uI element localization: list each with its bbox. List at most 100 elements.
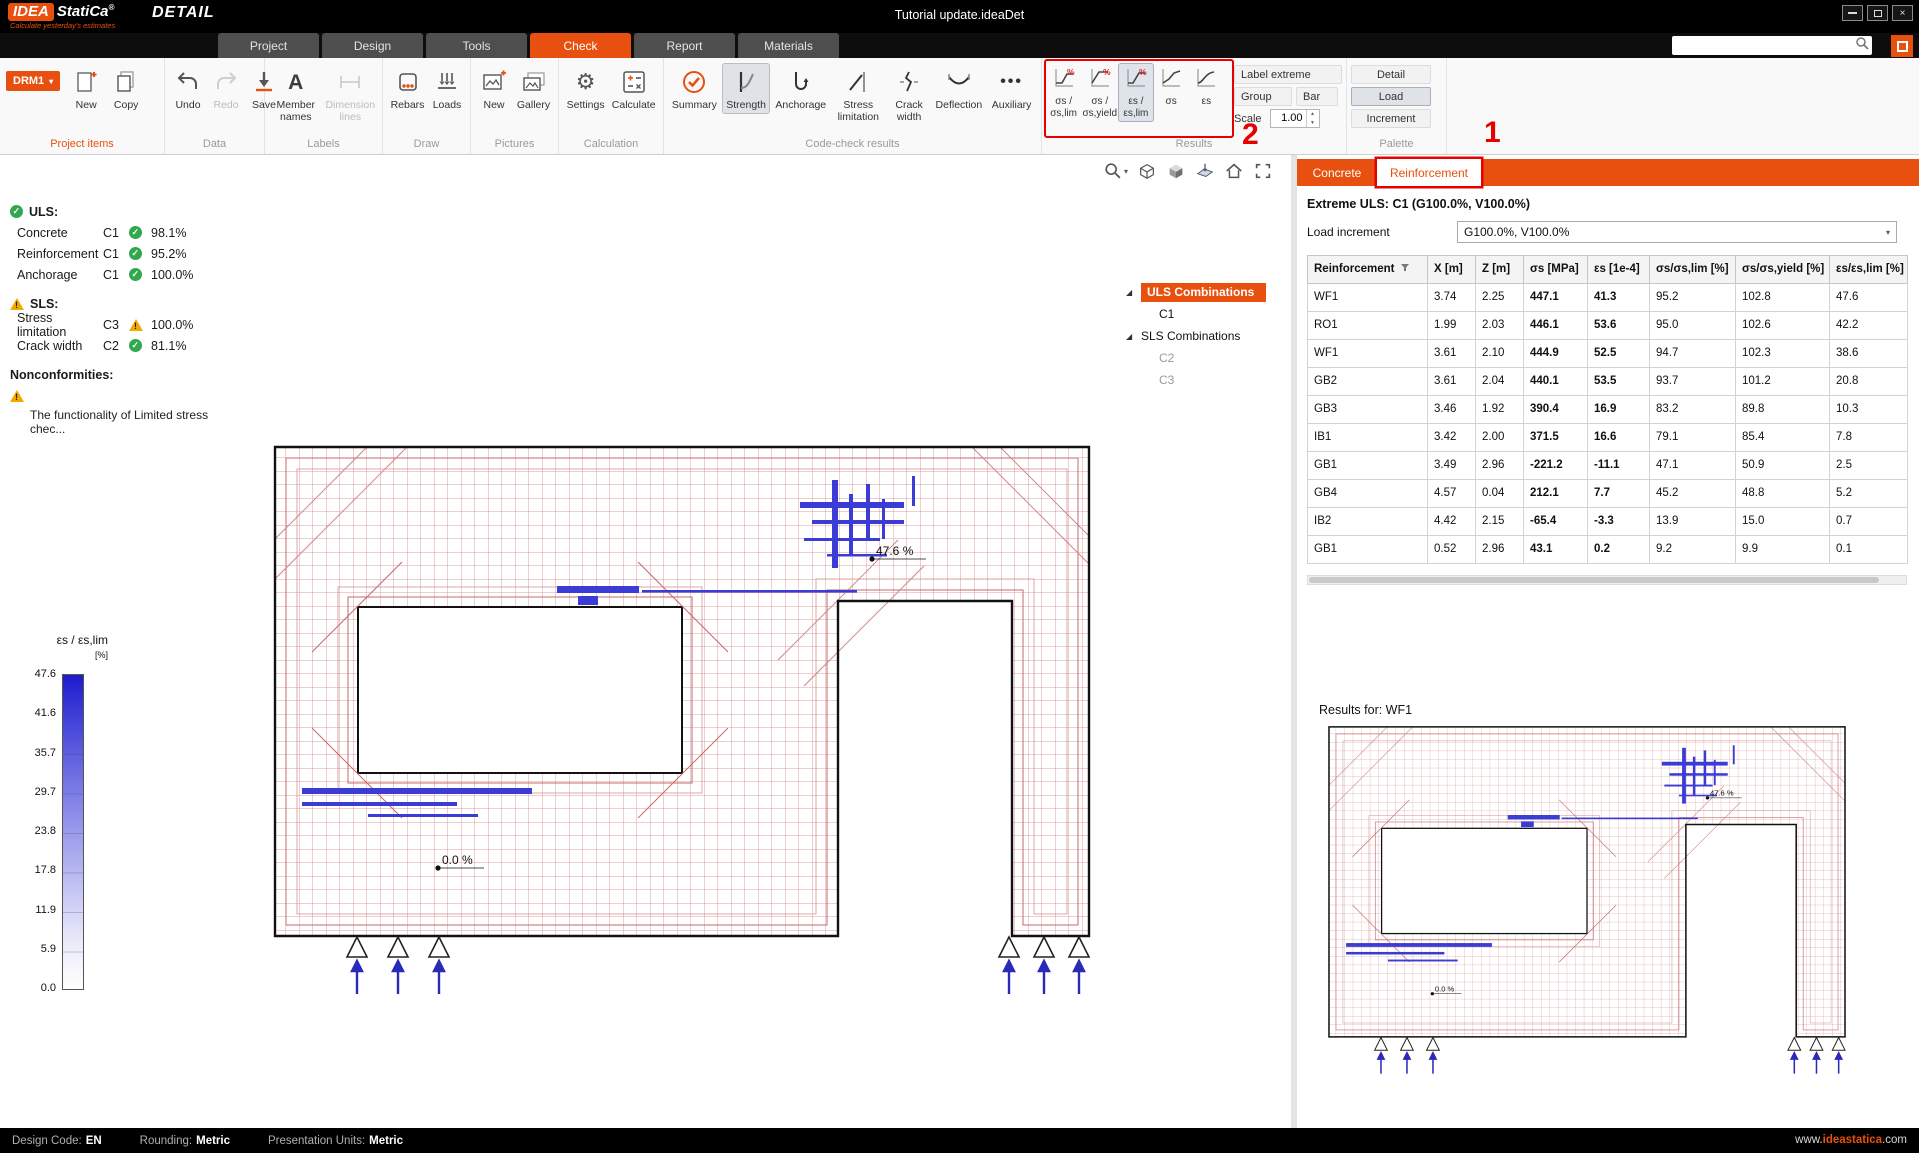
table-row[interactable]: RO1 1.99 2.03 446.1 53.6 95.0 102.6 42.2 — [1308, 312, 1908, 340]
load-increment-select[interactable]: G100.0%, V100.0% ▾ — [1457, 221, 1897, 243]
result-sigma-button[interactable]: σs — [1154, 63, 1189, 111]
gallery-button[interactable]: Gallery — [514, 63, 553, 114]
minimize-button[interactable] — [1842, 5, 1863, 21]
render-cube-icon[interactable] — [1166, 161, 1186, 181]
column-header-eps-lim[interactable]: εs/εs,lim [%] — [1830, 256, 1908, 284]
table-row[interactable]: GB3 3.46 1.92 390.4 16.9 83.2 89.8 10.3 — [1308, 396, 1908, 424]
clip-plane-icon[interactable] — [1195, 161, 1215, 181]
auxiliary-button[interactable]: ••• Auxiliary — [987, 63, 1036, 114]
redo-button[interactable]: Redo — [208, 63, 244, 114]
tab-reinforcement[interactable]: Reinforcement — [1377, 159, 1481, 186]
search-box[interactable] — [1672, 36, 1872, 55]
table-row[interactable]: GB2 3.61 2.04 440.1 53.5 93.7 101.2 20.8 — [1308, 368, 1908, 396]
table-row[interactable]: GB4 4.57 0.04 212.1 7.7 45.2 48.8 5.2 — [1308, 480, 1908, 508]
settings-button[interactable]: ⚙ Settings — [564, 63, 607, 114]
copy-button[interactable]: Copy — [107, 63, 145, 114]
calculate-button[interactable]: Calculate — [609, 63, 658, 114]
check-value: 98.1% — [151, 226, 186, 240]
table-row[interactable]: GB1 0.52 2.96 43.1 0.2 9.2 9.9 0.1 — [1308, 536, 1908, 564]
copy-icon — [111, 67, 141, 97]
panel-toggle-button[interactable] — [1891, 35, 1913, 57]
anchorage-button[interactable]: Anchorage — [772, 63, 829, 114]
table-row[interactable]: IB1 3.42 2.00 371.5 16.6 79.1 85.4 7.8 — [1308, 424, 1908, 452]
annotation-number-1: 1 — [1484, 116, 1501, 150]
palette-detail-button[interactable]: Detail — [1351, 65, 1431, 84]
palette-load-button[interactable]: Load — [1351, 87, 1431, 106]
ok-icon — [10, 205, 23, 218]
table-row[interactable]: WF1 3.74 2.25 447.1 41.3 95.2 102.8 47.6 — [1308, 284, 1908, 312]
home-view-icon[interactable] — [1224, 161, 1244, 181]
structure-canvas[interactable] — [272, 444, 1092, 1004]
tree-item-c1[interactable]: C1 — [1159, 307, 1174, 321]
table-row[interactable]: IB2 4.42 2.15 -65.4 -3.3 13.9 15.0 0.7 — [1308, 508, 1908, 536]
result-eps-button[interactable]: εs — [1189, 63, 1224, 111]
uls-heading: ULS: — [29, 205, 58, 219]
tab-check[interactable]: Check — [530, 33, 631, 58]
column-header-sigma[interactable]: σs [MPa] — [1524, 256, 1588, 284]
label-extreme-button[interactable]: Label extreme — [1234, 65, 1342, 84]
stress-limitation-button[interactable]: Stresslimitation — [831, 63, 886, 126]
website-link[interactable]: www.ideastatica.com — [1795, 1134, 1907, 1146]
summary-button[interactable]: Summary — [669, 63, 720, 114]
search-input[interactable] — [1672, 40, 1855, 52]
column-header-reinforcement[interactable]: Reinforcement — [1308, 256, 1428, 284]
tab-materials[interactable]: Materials — [738, 33, 839, 58]
scrollbar-thumb[interactable] — [1309, 577, 1879, 583]
new-project-item-button[interactable]: New — [67, 63, 105, 114]
loads-button[interactable]: Loads — [429, 63, 465, 114]
tab-project[interactable]: Project — [218, 33, 319, 58]
check-name: Stress limitation — [17, 311, 103, 339]
result-eps-over-eps-lim-button[interactable]: % εs /εs,lim — [1118, 63, 1153, 122]
result-sigma-over-sigma-yield-button[interactable]: % σs /σs,yield — [1081, 63, 1118, 122]
zoom-icon[interactable]: ▾ — [1103, 161, 1128, 181]
axonometry-icon[interactable] — [1137, 161, 1157, 181]
spinner-arrows-icon[interactable]: ▲▼ — [1306, 110, 1319, 127]
column-header-x[interactable]: X [m] — [1428, 256, 1476, 284]
tree-item-c3[interactable]: C3 — [1159, 373, 1174, 387]
ribbon-group-labels: A Membernames Dimensionlines Labels — [265, 58, 383, 154]
column-header-sigma-lim[interactable]: σs/σs,lim [%] — [1650, 256, 1736, 284]
column-header-sigma-yield[interactable]: σs/σs,yield [%] — [1736, 256, 1830, 284]
new-picture-button[interactable]: New — [476, 63, 512, 114]
column-header-z[interactable]: Z [m] — [1476, 256, 1524, 284]
table-horizontal-scrollbar[interactable] — [1307, 575, 1907, 585]
restore-button[interactable] — [1867, 5, 1888, 21]
undo-button[interactable]: Undo — [170, 63, 206, 114]
column-header-eps[interactable]: εs [1e-4] — [1588, 256, 1650, 284]
member-names-button[interactable]: A Membernames — [270, 63, 322, 126]
tree-item-c2[interactable]: C2 — [1159, 351, 1174, 365]
svg-text:%: % — [1139, 67, 1147, 77]
group-label-project-items: Project items — [4, 138, 160, 154]
tab-report[interactable]: Report — [634, 33, 735, 58]
expander-icon[interactable]: ◢ — [1126, 332, 1141, 341]
strength-button[interactable]: Strength — [722, 63, 771, 114]
anchorage-hook-icon — [786, 67, 816, 97]
dimension-lines-button[interactable]: Dimensionlines — [324, 63, 377, 126]
table-row[interactable]: GB1 3.49 2.96 -221.2 -11.1 47.1 50.9 2.5 — [1308, 452, 1908, 480]
tab-tools[interactable]: Tools — [426, 33, 527, 58]
combo-label: C3 — [103, 318, 129, 332]
rebars-button[interactable]: Rebars — [388, 63, 427, 114]
group-label-palette: Palette — [1351, 138, 1442, 154]
expander-icon[interactable]: ◢ — [1126, 288, 1141, 297]
close-button[interactable]: × — [1892, 5, 1913, 21]
table-row[interactable]: WF1 3.61 2.10 444.9 52.5 94.7 102.3 38.6 — [1308, 340, 1908, 368]
zoom-fit-icon[interactable] — [1253, 161, 1273, 181]
tree-item-uls-combinations[interactable]: ULS Combinations — [1141, 283, 1266, 302]
scale-input[interactable]: 1.00 ▲▼ — [1270, 109, 1320, 128]
results-for-label: Results for: WF1 — [1319, 703, 1412, 717]
tree-item-sls-combinations[interactable]: SLS Combinations — [1141, 329, 1240, 343]
palette-increment-button[interactable]: Increment — [1351, 109, 1431, 128]
svg-text:%: % — [1103, 67, 1111, 77]
gear-icon: ⚙ — [571, 67, 601, 97]
result-sigma-over-sigma-lim-button[interactable]: % σs /σs,lim — [1046, 63, 1081, 122]
crack-width-button[interactable]: Crackwidth — [888, 63, 931, 126]
tab-design[interactable]: Design — [322, 33, 423, 58]
group-button[interactable]: Group — [1234, 87, 1292, 106]
drm1-dropdown[interactable]: DRM1▾ — [6, 71, 60, 91]
bar-button[interactable]: Bar — [1296, 87, 1338, 106]
tab-concrete[interactable]: Concrete — [1297, 159, 1377, 186]
legend-ticks: 47.641.635.729.723.817.811.95.90.0 — [22, 668, 62, 994]
member-result-canvas[interactable] — [1327, 725, 1847, 1080]
deflection-button[interactable]: Deflection — [933, 63, 986, 114]
